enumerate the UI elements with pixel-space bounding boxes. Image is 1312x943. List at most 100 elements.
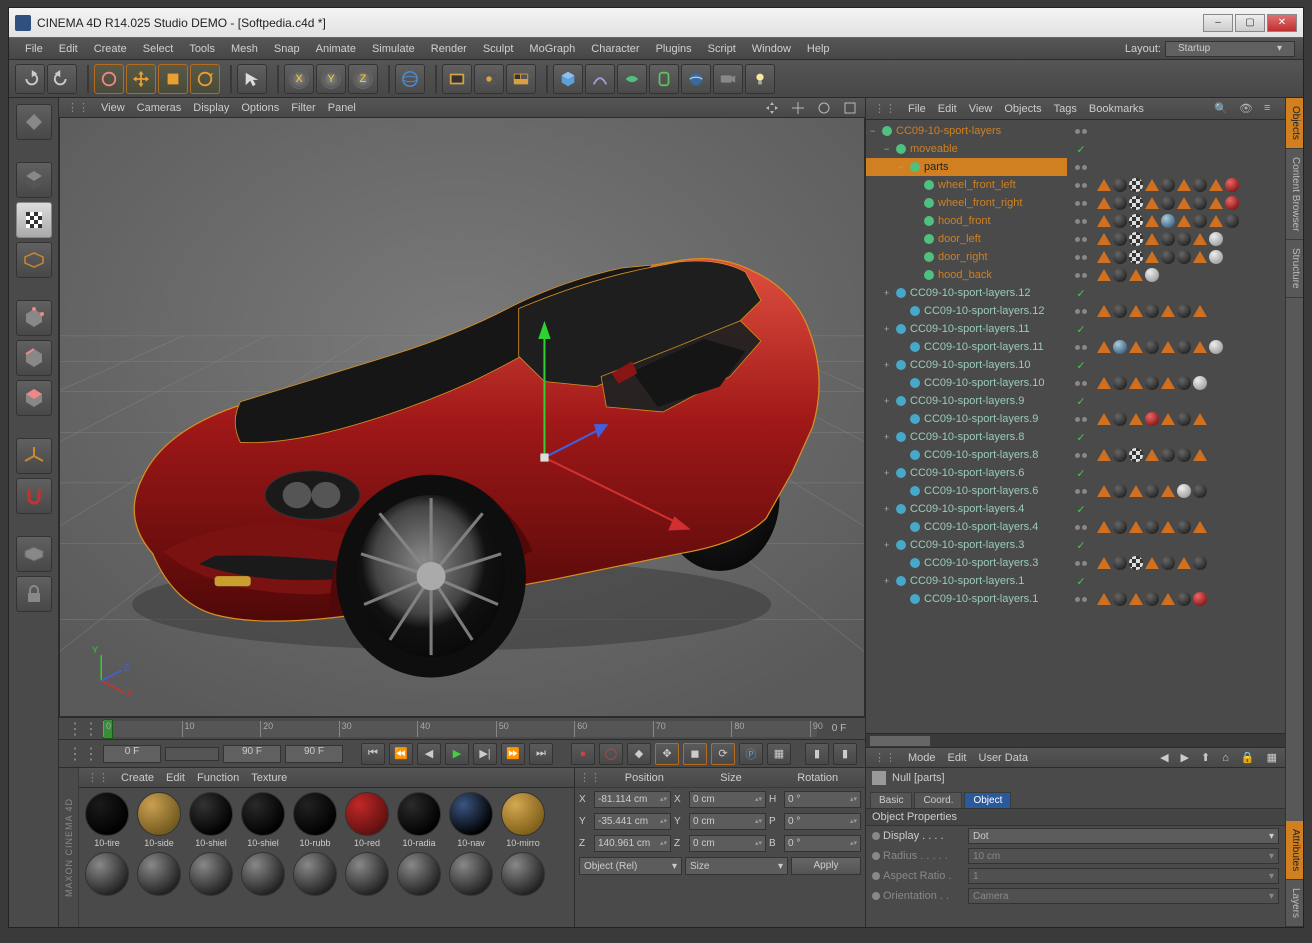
visibility-dot[interactable] <box>1075 561 1080 566</box>
workplane-button[interactable] <box>16 536 52 572</box>
tag-material-icon[interactable] <box>1225 178 1239 192</box>
tag-triangle-icon[interactable] <box>1161 305 1175 317</box>
tag-material-icon[interactable] <box>1225 250 1239 264</box>
maximize-button[interactable]: ▢ <box>1235 14 1265 32</box>
checkmark-icon[interactable]: ✓ <box>1076 359 1085 372</box>
tag-triangle-icon[interactable] <box>1129 377 1143 389</box>
tag-triangle-icon[interactable] <box>1097 269 1111 281</box>
size-field[interactable]: 0 cm▴▾ <box>689 791 766 808</box>
tag-triangle-icon[interactable] <box>1177 179 1191 191</box>
tag-triangle-icon[interactable] <box>1097 377 1111 389</box>
tree-row[interactable]: − moveable <box>866 140 1067 158</box>
tl-marker2-button[interactable]: ▮ <box>833 743 857 765</box>
visibility-dot[interactable] <box>1075 489 1080 494</box>
tag-triangle-icon[interactable] <box>1097 449 1111 461</box>
material-swatch[interactable]: 10-shiel <box>187 792 235 848</box>
keyframe-dot-icon[interactable] <box>872 872 880 880</box>
tag-material-icon[interactable] <box>1129 178 1143 192</box>
visibility-dot[interactable] <box>1082 129 1087 134</box>
tag-material-icon[interactable] <box>1129 448 1143 462</box>
tag-triangle-icon[interactable] <box>1161 341 1175 353</box>
material-swatch[interactable] <box>291 852 339 896</box>
tag-triangle-icon[interactable] <box>1129 269 1143 281</box>
object-cube-button[interactable] <box>553 64 583 94</box>
tag-triangle-icon[interactable] <box>1193 413 1207 425</box>
menu-snap[interactable]: Snap <box>266 43 308 55</box>
visibility-dot[interactable] <box>1082 309 1087 314</box>
prev-key-button[interactable]: ⏪ <box>389 743 413 765</box>
menu-select[interactable]: Select <box>135 43 182 55</box>
expander-icon[interactable]: − <box>898 162 908 172</box>
visibility-dot[interactable] <box>1082 597 1087 602</box>
expander-icon[interactable]: + <box>884 468 894 478</box>
visibility-dot[interactable] <box>1075 525 1080 530</box>
y-axis-button[interactable]: Y <box>316 64 346 94</box>
viewport-pan-icon[interactable] <box>765 101 779 115</box>
visibility-dot[interactable] <box>1082 561 1087 566</box>
tag-material-icon[interactable] <box>1193 484 1207 498</box>
tag-triangle-icon[interactable] <box>1097 485 1111 497</box>
tag-material-icon[interactable] <box>1113 268 1127 282</box>
tree-row[interactable]: CC09-10-sport-layers.3 <box>866 554 1067 572</box>
tag-material-icon[interactable] <box>1161 556 1175 570</box>
tag-triangle-icon[interactable] <box>1193 233 1207 245</box>
menu-create[interactable]: Create <box>86 43 135 55</box>
eye-icon[interactable]: 👁 <box>1239 102 1252 115</box>
autokey-button[interactable]: ◯ <box>599 743 623 765</box>
vtab-attributes[interactable]: Attributes <box>1286 821 1303 880</box>
tag-triangle-icon[interactable] <box>1129 521 1143 533</box>
x-axis-button[interactable]: X <box>284 64 314 94</box>
tree-row[interactable]: + CC09-10-sport-layers.6 <box>866 464 1067 482</box>
tag-triangle-icon[interactable] <box>1097 341 1111 353</box>
tag-material-icon[interactable] <box>1145 520 1159 534</box>
visibility-dot[interactable] <box>1075 201 1080 206</box>
material-swatch[interactable]: 10-red <box>343 792 391 848</box>
material-swatch[interactable]: 10-nav <box>447 792 495 848</box>
tag-material-icon[interactable] <box>1193 592 1207 606</box>
tag-triangle-icon[interactable] <box>1097 197 1111 209</box>
tree-row[interactable]: CC09-10-sport-layers.10 <box>866 374 1067 392</box>
picture-viewer-button[interactable] <box>506 64 536 94</box>
search-icon[interactable]: 🔍 <box>1214 102 1227 115</box>
material-swatch[interactable]: 10-shiel <box>239 792 287 848</box>
visibility-dot[interactable] <box>1082 345 1087 350</box>
tag-material-icon[interactable] <box>1225 214 1239 228</box>
tag-triangle-icon[interactable] <box>1097 521 1111 533</box>
tag-triangle-icon[interactable] <box>1097 233 1111 245</box>
tree-row[interactable]: hood_front <box>866 212 1067 230</box>
material-swatch[interactable]: 10-rubb <box>291 792 339 848</box>
menu-mesh[interactable]: Mesh <box>223 43 266 55</box>
coord-system-button[interactable] <box>395 64 425 94</box>
visibility-dot[interactable] <box>1075 597 1080 602</box>
tree-row[interactable]: + CC09-10-sport-layers.12 <box>866 284 1067 302</box>
objects-menu-edit[interactable]: Edit <box>938 103 957 115</box>
render-settings-button[interactable] <box>442 64 472 94</box>
material-swatch[interactable]: 10-radia <box>395 792 443 848</box>
objects-horizontal-scrollbar[interactable] <box>866 733 1285 747</box>
tag-triangle-icon[interactable] <box>1097 557 1111 569</box>
undo-button[interactable] <box>15 64 45 94</box>
tag-material-icon[interactable] <box>1145 412 1159 426</box>
tag-triangle-icon[interactable] <box>1097 215 1111 227</box>
tag-triangle-icon[interactable] <box>1097 251 1111 263</box>
checkmark-icon[interactable]: ✓ <box>1076 503 1085 516</box>
checkmark-icon[interactable]: ✓ <box>1076 395 1085 408</box>
viewport-menu-cameras[interactable]: Cameras <box>137 102 182 114</box>
material-swatch[interactable]: 10-mirro <box>499 792 547 848</box>
checkmark-icon[interactable]: ✓ <box>1076 539 1085 552</box>
render-view-button[interactable] <box>474 64 504 94</box>
tree-row[interactable]: CC09-10-sport-layers.6 <box>866 482 1067 500</box>
deformer-button[interactable] <box>649 64 679 94</box>
timeline-range-slider[interactable] <box>165 747 219 761</box>
tag-material-icon[interactable] <box>1193 376 1207 390</box>
tag-material-icon[interactable] <box>1145 376 1159 390</box>
tree-row[interactable]: + CC09-10-sport-layers.4 <box>866 500 1067 518</box>
material-swatch[interactable] <box>187 852 235 896</box>
tree-row[interactable]: − CC09-10-sport-layers <box>866 122 1067 140</box>
spline-button[interactable] <box>585 64 615 94</box>
workplane-mode-button[interactable] <box>16 242 52 278</box>
tag-material-icon[interactable] <box>1129 250 1143 264</box>
tags-column[interactable] <box>1095 120 1285 733</box>
expander-icon[interactable]: + <box>884 576 894 586</box>
tag-triangle-icon[interactable] <box>1145 179 1159 191</box>
